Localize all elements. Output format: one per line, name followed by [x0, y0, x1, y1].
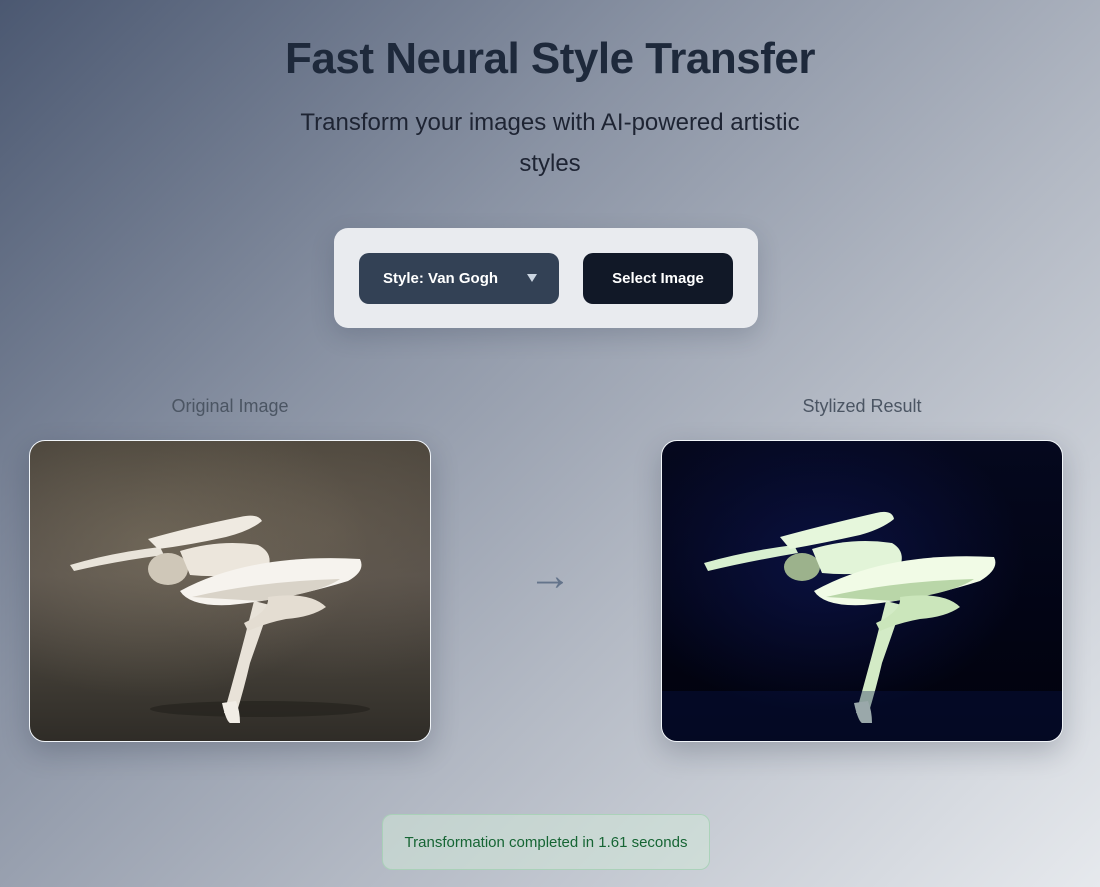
arrow-right-icon: → [528, 551, 572, 600]
page-title: Fast Neural Style Transfer [285, 34, 815, 83]
style-select-value: Style: Van Gogh [383, 270, 499, 287]
style-select[interactable]: Style: Van Gogh [359, 253, 559, 304]
chevron-down-icon [527, 274, 537, 282]
original-image [29, 440, 431, 742]
status-message: Transformation completed in 1.61 seconds [382, 814, 710, 870]
page-subtitle: Transform your images with AI-powered ar… [300, 109, 800, 177]
original-image-label: Original Image [171, 396, 289, 416]
control-panel: Style: Van Gogh Select Image [334, 228, 758, 328]
stylized-result-image [661, 440, 1063, 742]
select-image-button[interactable]: Select Image [583, 253, 733, 304]
stylized-result-label: Stylized Result [802, 396, 922, 416]
stylized-ballerina [662, 511, 1062, 741]
ballerina-photo [70, 515, 370, 723]
